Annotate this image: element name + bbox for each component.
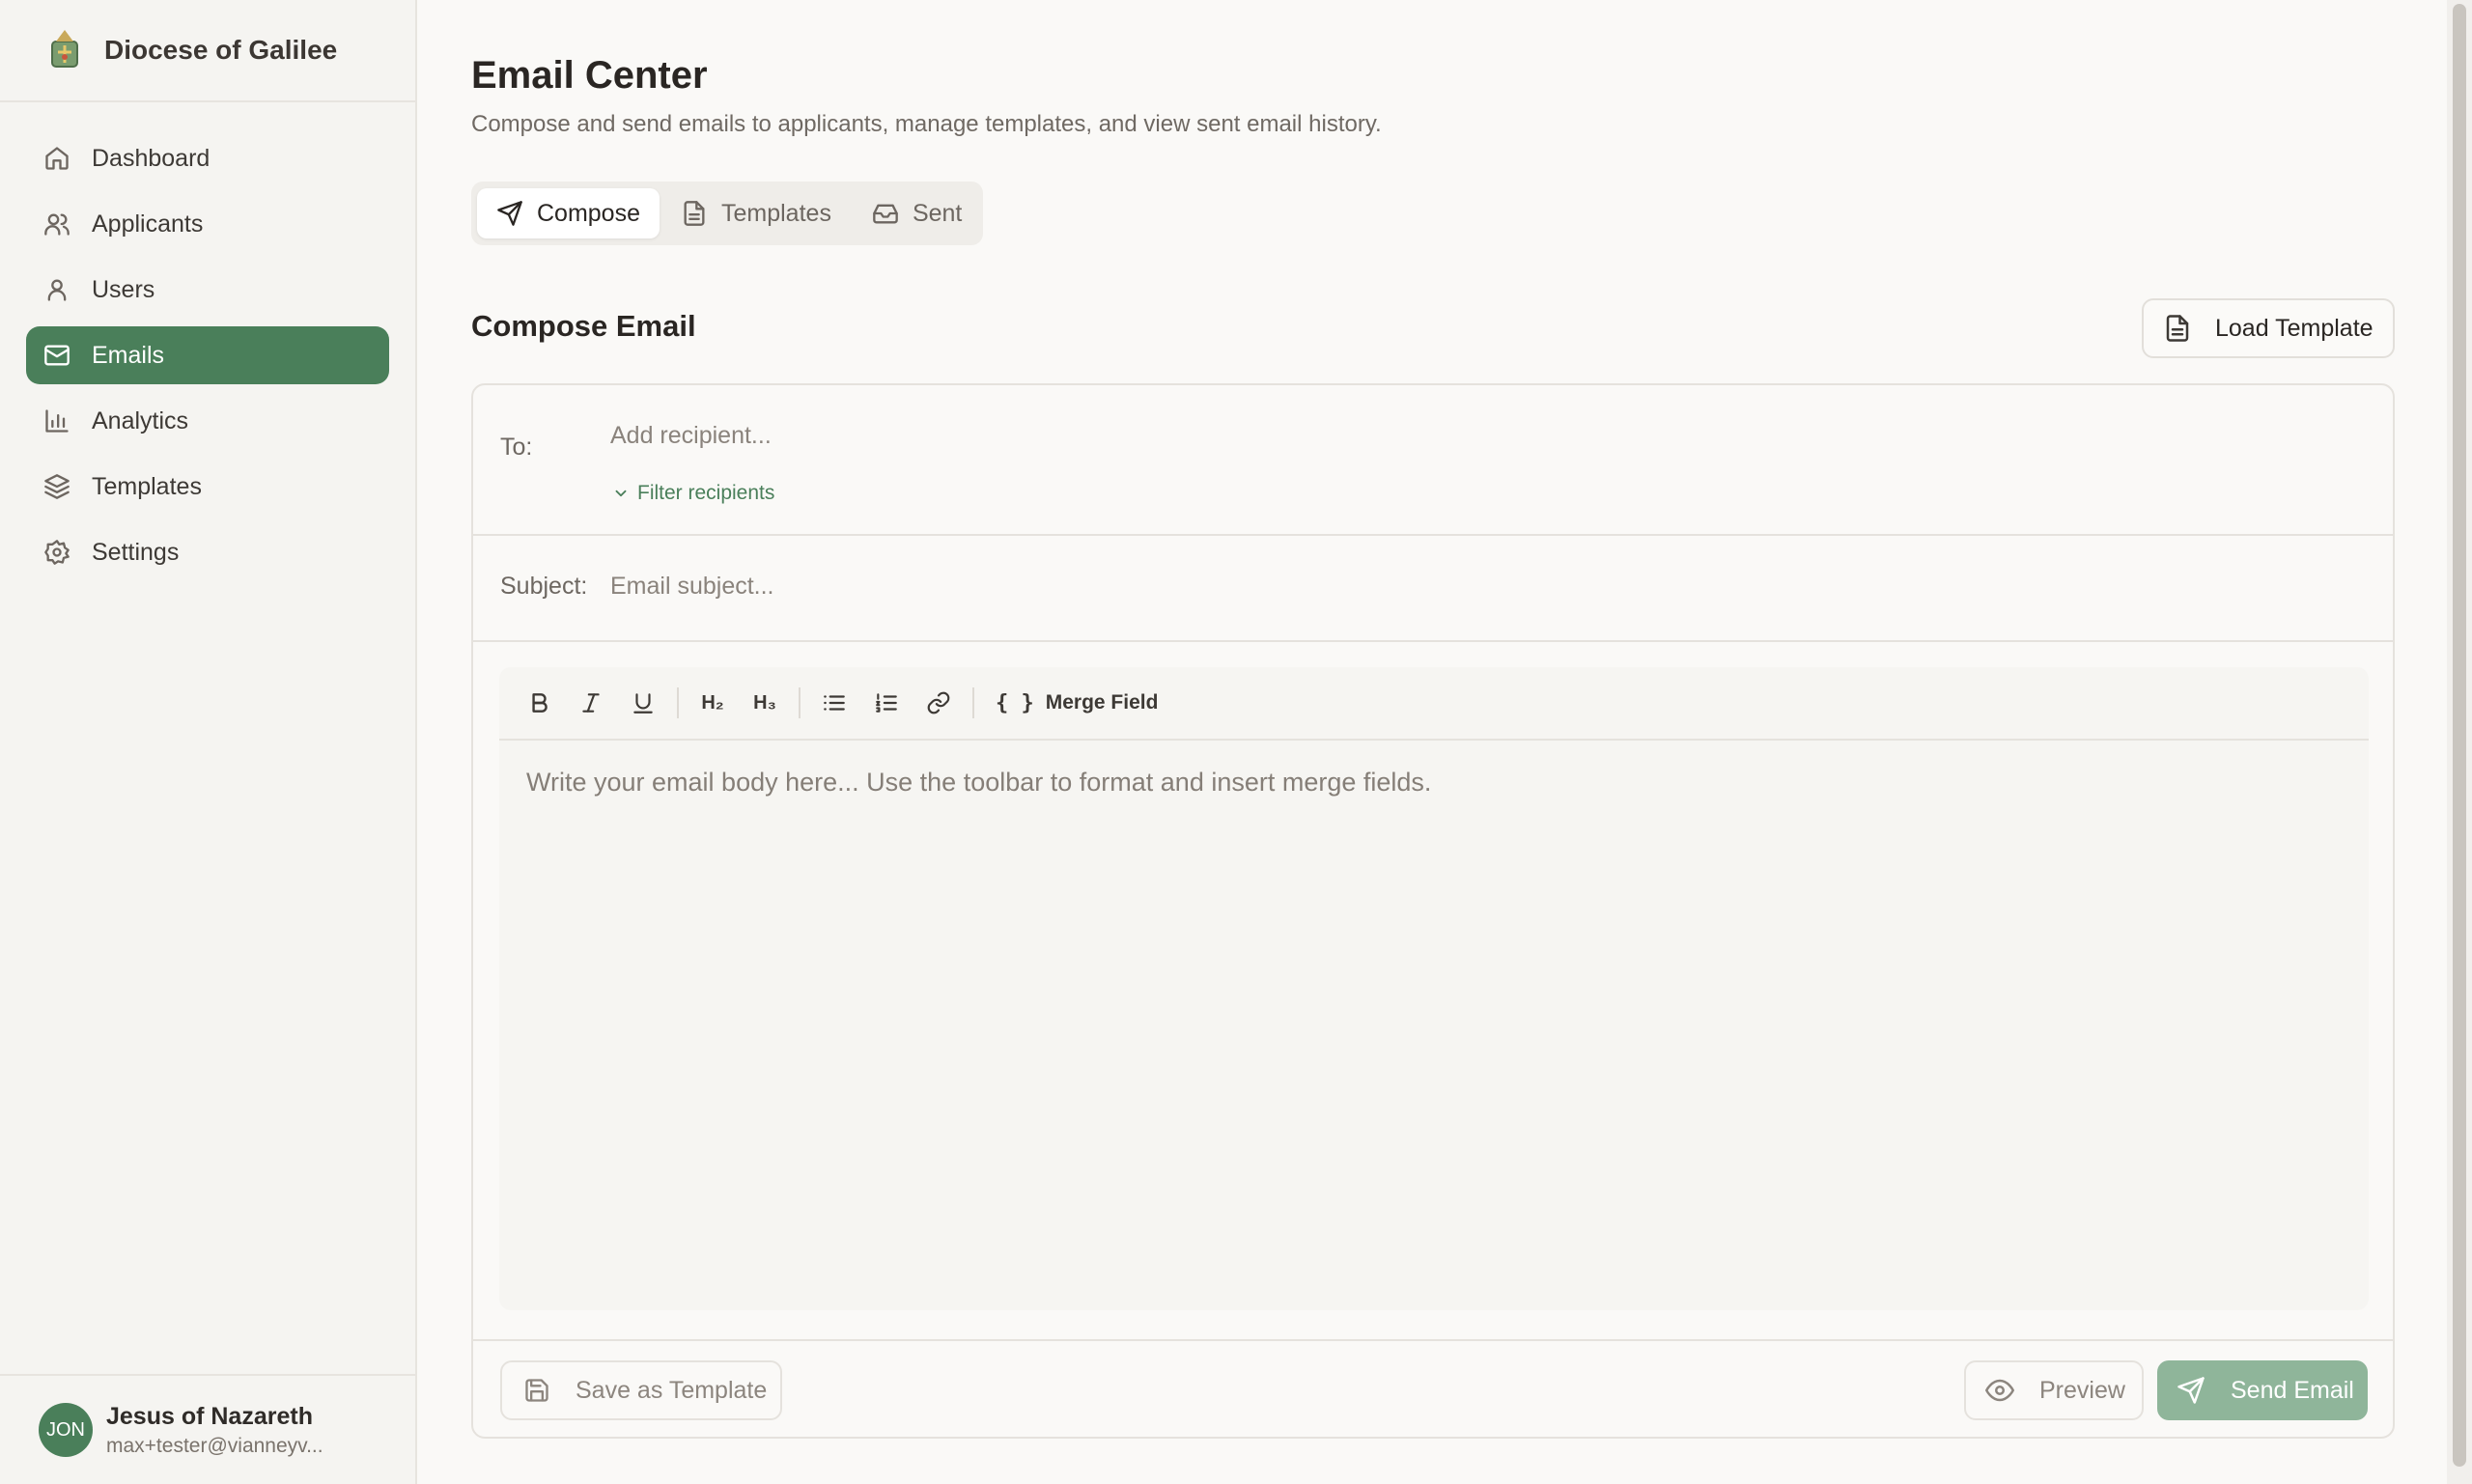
toolbar-divider <box>677 687 679 718</box>
compose-card: To: Add recipient... Filter recipients S… <box>471 383 2395 1439</box>
user-email: max+tester@vianneyv... <box>106 1434 323 1457</box>
sidebar-item-settings[interactable]: Settings <box>26 523 389 581</box>
preview-label: Preview <box>2039 1376 2125 1404</box>
avatar: JON <box>39 1403 93 1457</box>
toolbar-divider <box>972 687 974 718</box>
app: Diocese of Galilee Dashboard Applicants … <box>0 0 2472 1484</box>
sidebar-nav: Dashboard Applicants Users Emails Analyt… <box>0 102 415 581</box>
send-email-button[interactable]: Send Email <box>2157 1360 2368 1420</box>
load-template-label: Load Template <box>2215 314 2374 342</box>
load-template-button[interactable]: Load Template <box>2142 298 2395 358</box>
sidebar-item-label: Emails <box>92 341 165 369</box>
save-icon <box>525 1379 548 1402</box>
sidebar-item-emails[interactable]: Emails <box>26 326 389 384</box>
merge-field-button[interactable]: { } Merge Field <box>982 691 1158 715</box>
sidebar-item-templates[interactable]: Templates <box>26 458 389 516</box>
sidebar-item-label: Analytics <box>92 406 189 434</box>
tab-label: Sent <box>912 199 963 227</box>
numbered-list-button[interactable] <box>860 680 913 726</box>
eye-icon <box>1985 1379 2014 1402</box>
sidebar: Diocese of Galilee Dashboard Applicants … <box>0 0 417 1484</box>
link-icon <box>927 691 950 714</box>
recipient-input[interactable]: Add recipient... <box>610 422 772 450</box>
brand-name: Diocese of Galilee <box>104 35 338 65</box>
editor-toolbar: H₂ H₃ { } Merge Field <box>499 667 2369 741</box>
link-button[interactable] <box>913 680 965 726</box>
to-label: To: <box>500 434 533 461</box>
sidebar-item-analytics[interactable]: Analytics <box>26 392 389 450</box>
mail-icon <box>44 345 70 366</box>
tab-label: Templates <box>721 199 831 227</box>
compose-title: Compose Email <box>471 309 696 343</box>
tab-templates[interactable]: Templates <box>661 188 851 238</box>
preview-button[interactable]: Preview <box>1964 1360 2144 1420</box>
braces-icon: { } <box>996 690 1034 715</box>
chevron-down-icon <box>615 490 627 497</box>
page-scrollbar[interactable] <box>2447 0 2472 1484</box>
page-subtitle: Compose and send emails to applicants, m… <box>471 111 1382 137</box>
to-row: To: Add recipient... Filter recipients <box>473 385 2393 536</box>
send-icon <box>2177 1377 2205 1404</box>
page-title: Email Center <box>471 54 708 97</box>
toolbar-divider <box>799 687 801 718</box>
underline-button[interactable] <box>617 680 669 726</box>
sidebar-item-label: Users <box>92 275 155 303</box>
sidebar-item-label: Applicants <box>92 210 204 238</box>
file-icon <box>684 201 705 226</box>
layers-icon <box>44 474 70 499</box>
underline-icon <box>633 693 653 714</box>
home-icon <box>45 147 69 170</box>
inbox-icon <box>873 204 898 224</box>
scrollbar-thumb[interactable] <box>2453 4 2466 1467</box>
file-icon <box>2166 315 2189 342</box>
email-body-editor: H₂ H₃ { } Merge Field Write your email b… <box>499 667 2369 1310</box>
compose-actions: Save as Template Preview Send Email <box>473 1339 2393 1439</box>
subject-row: Subject: Email subject... <box>473 536 2393 642</box>
tab-label: Compose <box>537 199 640 227</box>
sidebar-item-dashboard[interactable]: Dashboard <box>26 129 389 187</box>
filter-recipients-toggle[interactable]: Filter recipients <box>612 482 774 505</box>
bullet-list-button[interactable] <box>808 680 860 726</box>
users-icon <box>44 213 70 236</box>
diocese-crest-logo <box>51 30 78 68</box>
italic-button[interactable] <box>565 680 617 726</box>
bullet-list-icon <box>824 695 845 711</box>
heading-2-button[interactable]: H₂ <box>687 680 739 726</box>
sidebar-item-users[interactable]: Users <box>26 261 389 319</box>
user-icon <box>47 279 67 301</box>
sidebar-item-applicants[interactable]: Applicants <box>26 195 389 253</box>
italic-icon <box>582 693 600 713</box>
email-tabs: Compose Templates Sent <box>471 182 983 245</box>
bold-button[interactable] <box>513 680 565 726</box>
send-icon <box>497 201 522 226</box>
gear-icon <box>44 540 70 565</box>
send-email-label: Send Email <box>2231 1376 2354 1404</box>
tab-compose[interactable]: Compose <box>477 188 660 238</box>
subject-label: Subject: <box>500 573 588 600</box>
numbered-list-icon <box>876 693 897 713</box>
sidebar-item-label: Templates <box>92 472 202 500</box>
bold-icon <box>532 693 548 713</box>
user-info: Jesus of Nazareth max+tester@vianneyv... <box>106 1403 323 1458</box>
user-profile[interactable]: JON Jesus of Nazareth max+tester@vianney… <box>0 1374 415 1484</box>
user-name: Jesus of Nazareth <box>106 1402 313 1430</box>
tab-sent[interactable]: Sent <box>853 188 981 238</box>
merge-field-label: Merge Field <box>1045 691 1159 714</box>
heading-3-button[interactable]: H₃ <box>739 680 791 726</box>
filter-label: Filter recipients <box>637 482 775 504</box>
sidebar-item-label: Dashboard <box>92 144 211 172</box>
subject-input[interactable]: Email subject... <box>610 573 774 601</box>
save-as-template-button[interactable]: Save as Template <box>500 1360 782 1420</box>
bar-chart-icon <box>45 409 69 433</box>
save-as-template-label: Save as Template <box>576 1376 768 1404</box>
email-body-input[interactable]: Write your email body here... Use the to… <box>526 768 1431 798</box>
sidebar-item-label: Settings <box>92 538 180 566</box>
brand[interactable]: Diocese of Galilee <box>0 0 415 102</box>
